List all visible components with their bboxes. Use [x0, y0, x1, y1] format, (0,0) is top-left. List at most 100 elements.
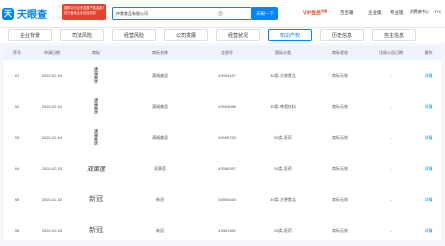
top-bar: 天 天眼查 国家中小企业发展子基金旗下 官方备案企业征信机构 × 天眼一下 VI…: [0, 0, 445, 27]
site-logo[interactable]: 天 天眼查: [2, 6, 47, 21]
row-index: 96: [14, 228, 20, 233]
row-trademark-name: 满福美居: [152, 135, 168, 140]
nav-consumer-center[interactable]: 消费者中心: [410, 10, 429, 15]
row-status: 商标无效: [332, 135, 348, 140]
trademark-table: 序号 申请日期 商标 商标名称 注册号 国际分类 商标状态 注册公告日期 操作 …: [4, 46, 441, 240]
tab-history[interactable]: 历史信息: [320, 29, 364, 41]
row-reg-no: 43993086: [218, 104, 236, 109]
detail-link[interactable]: 详情: [416, 60, 441, 91]
row-intl-class: 30类-啤酒饮料: [270, 104, 296, 109]
nav-baibaoxiang[interactable]: 百宝箱: [340, 10, 354, 16]
col-trademark: 商标: [92, 50, 100, 55]
search-input[interactable]: [113, 11, 219, 16]
row-apply-date: 2020-02-04: [41, 73, 63, 78]
row-trademark-name: 满福美居: [152, 104, 168, 109]
col-intl-class: 国际分类: [275, 50, 291, 55]
row-trademark-name: 新冠: [156, 228, 164, 233]
search-button[interactable]: 天眼一下: [252, 7, 278, 20]
col-notice-date: 注册公告日期: [379, 50, 403, 55]
table-row: 96 2020-02-03 新冠 新冠 43961160 05类-医药 商标无效…: [4, 215, 441, 240]
tab-legal-risk[interactable]: 司法风险: [60, 29, 104, 41]
row-index: 95: [14, 197, 20, 202]
tab-label: 司法风险: [71, 32, 92, 39]
nav-user[interactable]: TYC: [434, 10, 442, 14]
row-trademark-name: 满福美居: [152, 73, 168, 78]
row-status: 商标无效: [332, 197, 348, 202]
table-row: 94 2020-02-03 双黄莲 双黄莲 43986397 05类-医药 商标…: [4, 153, 441, 185]
tab-company-development[interactable]: 公司发展: [164, 29, 208, 41]
trademark-image-text: 新冠: [89, 195, 103, 203]
promo-banner[interactable]: 国家中小企业发展子基金旗下 官方备案企业征信机构: [62, 4, 106, 20]
row-status: 商标无效: [332, 73, 348, 78]
trademark-image[interactable]: 双黄莲: [84, 158, 108, 178]
row-trademark-name: 双黄莲: [154, 166, 166, 171]
detail-link[interactable]: 详情: [416, 91, 441, 122]
row-apply-date: 2020-02-03: [41, 228, 63, 233]
promo-line-2: 官方备案企业征信机构: [64, 11, 96, 15]
table-row: 92 2020-02-04 满福美居 满福美居 43993086 30类-啤酒饮…: [4, 91, 441, 123]
row-index: 94: [14, 166, 20, 171]
row-notice-date: -: [390, 228, 392, 233]
row-reg-no: 43994167: [218, 73, 236, 78]
tab-label: 企业背景: [19, 32, 40, 39]
row-reg-no: 43960364: [218, 197, 236, 202]
trademark-image[interactable]: 满福美居: [86, 127, 106, 147]
row-intl-class: 30类-方便食品: [270, 73, 296, 78]
row-intl-class: 05类-医药: [274, 228, 292, 233]
table-header: 序号 申请日期 商标 商标名称 注册号 国际分类 商标状态 注册公告日期 操作: [4, 46, 441, 61]
trademark-image[interactable]: 新冠: [86, 220, 106, 240]
col-apply-date: 申请日期: [44, 50, 60, 55]
row-apply-date: 2020-02-03: [41, 197, 63, 202]
col-action: 操作: [424, 50, 433, 55]
row-status: 商标无效: [332, 166, 348, 171]
detail-link[interactable]: 详情: [416, 215, 441, 246]
row-notice-date: -: [390, 197, 392, 202]
row-index: 91: [14, 73, 20, 78]
row-apply-date: 2020-02-04: [41, 135, 63, 140]
table-row: 91 2020-02-04 满福美居 满福美居 43994167 30类-方便食…: [4, 60, 441, 92]
trademark-image[interactable]: 满福美居: [86, 65, 106, 85]
table-row: 95 2020-02-03 新冠 新冠 43960364 30类-方便食品 商标…: [4, 184, 441, 216]
vip-label: VIP会员: [303, 10, 322, 17]
logo-mark-icon: 天: [2, 7, 14, 20]
clear-icon[interactable]: ×: [218, 11, 223, 16]
trademark-image-text: 满福美居: [94, 67, 99, 83]
detail-link[interactable]: 详情: [416, 153, 441, 184]
tab-intellectual-property[interactable]: 知识产权: [268, 29, 312, 41]
col-trademark-name: 商标名称: [152, 50, 168, 55]
tab-company-background[interactable]: 企业背景: [8, 29, 52, 41]
vip-link[interactable]: VIP会员优惠: [303, 9, 327, 17]
row-notice-date: -: [390, 104, 392, 109]
trademark-image-text: 满福美居: [94, 98, 99, 114]
row-notice-date: -: [390, 73, 392, 78]
detail-link[interactable]: 详情: [416, 184, 441, 215]
trademark-image[interactable]: 满福美居: [86, 96, 106, 116]
tab-operating-status[interactable]: 经营状况: [216, 29, 260, 41]
vip-badge: 优惠: [321, 9, 328, 13]
tab-label: 自主信息: [383, 32, 404, 39]
row-intl-class: 05类-医药: [274, 166, 292, 171]
row-status: 商标无效: [332, 104, 348, 109]
trademark-image-text: 新冠: [89, 226, 103, 234]
row-apply-date: 2020-02-04: [41, 104, 63, 109]
row-index: 93: [14, 135, 20, 140]
table-row: 93 2020-02-04 满福美居 满福美居 43995753 05类-医药 …: [4, 122, 441, 154]
tab-self-info[interactable]: 自主信息: [372, 29, 416, 41]
trademark-image[interactable]: 新冠: [86, 189, 106, 209]
row-notice-date: -: [390, 135, 392, 140]
row-status: 商标无效: [332, 228, 348, 233]
nav-enterprise[interactable]: 企业版: [368, 10, 382, 16]
tab-operating-risk[interactable]: 经营风险: [112, 29, 156, 41]
trademark-image-text: 满福美居: [94, 129, 99, 145]
col-reg-no: 注册号: [221, 50, 233, 55]
logo-text: 天眼查: [17, 10, 47, 21]
tab-label: 公司发展: [175, 32, 196, 39]
tab-label: 经营风险: [123, 32, 144, 39]
tab-label: 知识产权: [279, 32, 300, 39]
col-index: 序号: [13, 50, 21, 55]
section-tabs: 企业背景 司法风险 经营风险 公司发展 经营状况 知识产权 历史信息 自主信息: [0, 27, 445, 43]
row-index: 92: [14, 104, 20, 109]
detail-link[interactable]: 详情: [416, 122, 441, 153]
nav-professional[interactable]: 专业版: [390, 10, 404, 16]
row-notice-date: -: [390, 166, 392, 171]
